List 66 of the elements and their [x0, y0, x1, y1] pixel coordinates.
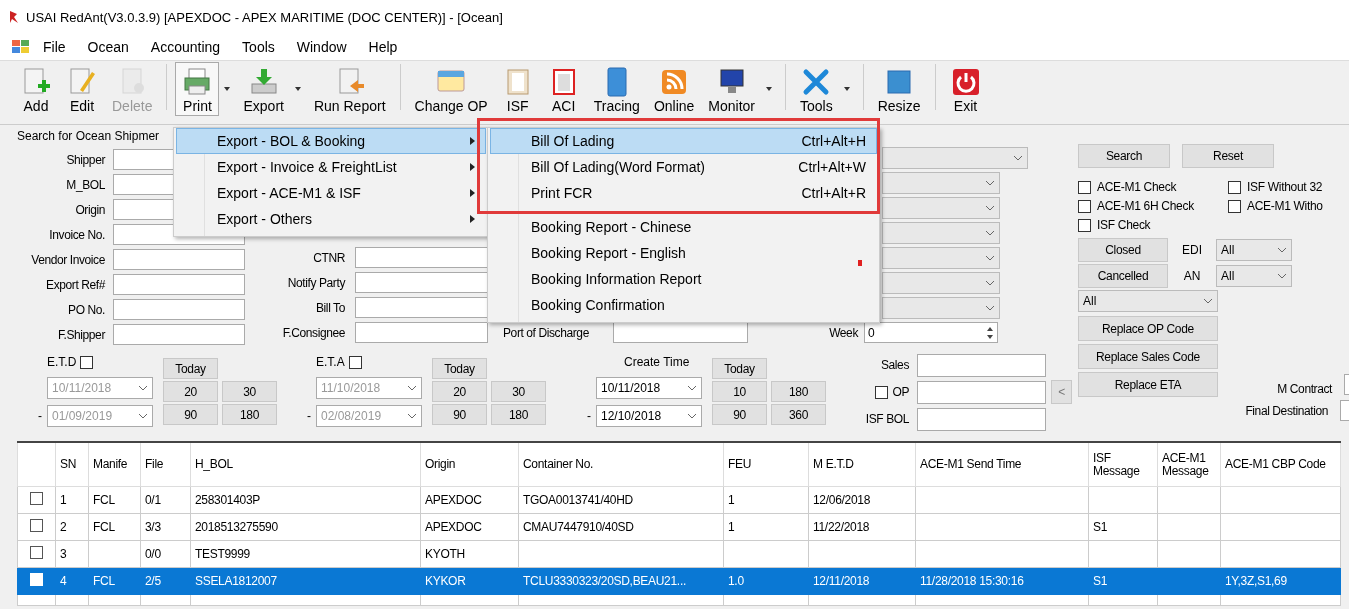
table-cell: S1	[1093, 574, 1108, 588]
dash-separator: -	[587, 409, 591, 423]
table-cell: 1Y,3Z,S1,69	[1225, 574, 1287, 588]
table-cell: KYKOR	[425, 574, 466, 588]
table-cell: FCL	[93, 574, 115, 588]
field-label: Port of Discharge	[502, 325, 590, 340]
table-cell: 1	[728, 520, 735, 534]
checkbox-label: ISF Check	[1097, 218, 1151, 232]
field-label: M_BOL	[65, 177, 105, 192]
field-label: Create Time	[623, 355, 690, 369]
table-cell: APEXDOC	[425, 493, 482, 507]
checkbox-label: ACE-M1 Witho	[1247, 199, 1323, 213]
table-cell: S1	[1093, 520, 1108, 534]
table-cell: FCL	[93, 520, 115, 534]
field-label: F.Consignee	[281, 325, 345, 340]
table-cell: TGOA0013741/40HD	[523, 493, 633, 507]
dash-separator: -	[38, 409, 42, 423]
table-cell: 2/5	[145, 574, 161, 588]
table-cell: 2018513275590	[195, 520, 278, 534]
field-label: Vendor Invoice	[30, 252, 105, 267]
checkbox-label: ACE-M1 6H Check	[1097, 199, 1194, 213]
field-label: Final Destination	[1244, 403, 1328, 418]
table-cell: TEST9999	[195, 547, 250, 561]
field-label: Sales	[880, 358, 909, 372]
field-label: CTNR	[312, 250, 345, 265]
field-label: Export Ref#	[45, 277, 105, 292]
table-cell: 3/3	[145, 520, 161, 534]
table-cell: 1	[728, 493, 735, 507]
table-cell: SSELA1812007	[195, 574, 277, 588]
checkbox-label: ISF Without 32	[1247, 180, 1323, 194]
table-cell: 12/11/2018	[813, 574, 870, 588]
table-cell: 258301403P	[195, 493, 261, 507]
table-cell: APEXDOC	[425, 520, 482, 534]
table-cell: 0/1	[145, 493, 161, 507]
table-cell: CMAU7447910/40SD	[523, 520, 634, 534]
table-cell: 3	[60, 547, 67, 561]
field-label: AN	[1182, 269, 1202, 283]
table-cell: 11/28/2018 15:30:16	[920, 574, 1024, 588]
field-label: Notify Party	[286, 275, 345, 290]
table-cell: 4	[60, 574, 67, 588]
field-label: OP	[892, 385, 909, 399]
table-cell: FCL	[93, 493, 115, 507]
field-label: E.T.D	[47, 355, 77, 369]
field-label: M Contract	[1276, 380, 1332, 396]
field-label: ISF BOL	[865, 412, 909, 426]
table-cell: 2	[60, 520, 67, 534]
field-label: Bill To	[315, 300, 345, 315]
field-label: E.T.A	[316, 355, 345, 369]
checkbox-label: ACE-M1 Check	[1097, 180, 1177, 194]
field-label: Week	[828, 325, 858, 340]
group-title: Search for Ocean Shipmer	[17, 129, 160, 143]
field-label: Origin	[74, 202, 105, 217]
field-label: Invoice No.	[48, 227, 105, 242]
table-cell: 11/22/2018	[813, 520, 870, 534]
table-cell: 12/06/2018	[813, 493, 871, 507]
table-cell: 0/0	[145, 547, 161, 561]
table-cell: KYOTH	[425, 547, 465, 561]
field-label: F.Shipper	[56, 327, 105, 342]
table-cell: 1	[60, 493, 67, 507]
field-label: Shipper	[65, 152, 105, 167]
dash-separator: -	[307, 409, 311, 423]
field-label: PO No.	[67, 302, 105, 317]
window-title: USAI RedAnt(V3.0.3.9) [APEXDOC - APEX MARITIME (DOC CENTER)] - [Ocean]	[26, 9, 503, 25]
field-label: EDI	[1181, 243, 1203, 257]
table-cell: 1.0	[728, 574, 744, 588]
table-cell: TCLU3330323/20SD,BEAU21...	[523, 574, 686, 588]
